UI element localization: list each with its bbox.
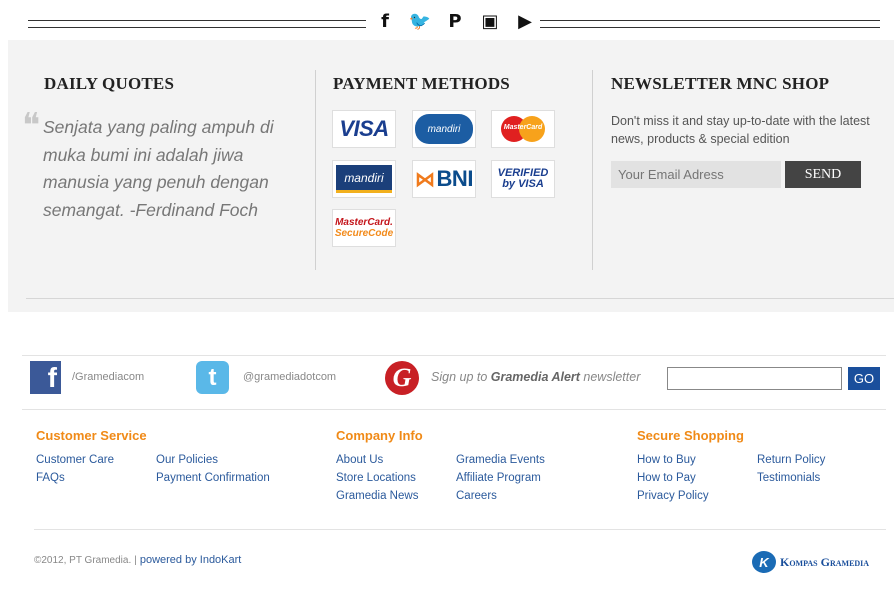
quote-mark-icon: ❝ bbox=[22, 108, 41, 145]
mandiri-clickpay-card: mandiri bbox=[412, 110, 476, 148]
twitter-handle[interactable]: @gramediadotcom bbox=[243, 371, 336, 383]
visa-logo: VISA bbox=[339, 116, 389, 141]
footer-link-customer-care[interactable]: Customer Care bbox=[36, 454, 114, 466]
mastercard-logo: MasterCard bbox=[501, 116, 545, 142]
mastercard-label: MasterCard bbox=[503, 124, 543, 131]
twitter-icon[interactable]: t bbox=[196, 361, 229, 394]
visa-card: VISA bbox=[332, 110, 396, 148]
copyright-text: ©2012, PT Gramedia. bbox=[34, 555, 132, 566]
customer-service-title: Customer Service bbox=[36, 428, 147, 443]
vbv-bottom: by VISA bbox=[502, 178, 544, 190]
mandiri-debit-logo: mandiri bbox=[336, 165, 392, 193]
mandiri-clickpay-logo: mandiri bbox=[415, 114, 473, 144]
footer-link-payment-confirmation[interactable]: Payment Confirmation bbox=[156, 472, 270, 484]
footer-link-gramedia-news[interactable]: Gramedia News bbox=[336, 490, 418, 502]
kompas-gramedia-text: Kompas Gramedia bbox=[780, 554, 870, 569]
footer-link-affiliate-program[interactable]: Affiliate Program bbox=[456, 472, 541, 484]
gramedia-alert-signup-text: Sign up to Gramedia Alert newsletter bbox=[431, 370, 640, 384]
footer-link-gramedia-events[interactable]: Gramedia Events bbox=[456, 454, 545, 466]
footer-link-return-policy[interactable]: Return Policy bbox=[757, 454, 825, 466]
pinterest-icon[interactable]: P bbox=[442, 11, 468, 32]
youtube-icon[interactable]: ▶ bbox=[512, 11, 538, 32]
facebook-handle[interactable]: /Gramediacom bbox=[72, 371, 144, 383]
top-divider-right bbox=[540, 20, 880, 28]
footer-link-faqs[interactable]: FAQs bbox=[36, 472, 65, 484]
mastercard-securecode-card: MasterCard. SecureCode bbox=[332, 209, 396, 247]
footer-link-privacy-policy[interactable]: Privacy Policy bbox=[637, 490, 709, 502]
social-icons-bar: f 🐦 P ▣ ▶ bbox=[372, 6, 538, 36]
bni-logo: ⋈ BNI bbox=[415, 166, 474, 191]
newsletter-title: NEWSLETTER MNC SHOP bbox=[611, 74, 830, 93]
newsletter-send-button[interactable]: SEND bbox=[785, 161, 861, 188]
kompas-gramedia-logo[interactable]: K Kompas Gramedia bbox=[752, 551, 869, 573]
signup-brand: Gramedia Alert bbox=[490, 370, 580, 384]
payment-methods-title: PAYMENT METHODS bbox=[333, 74, 510, 93]
gramedia-alert-email-input[interactable] bbox=[667, 367, 842, 390]
footer-link-our-policies[interactable]: Our Policies bbox=[156, 454, 218, 466]
daily-quotes-title: DAILY QUOTES bbox=[44, 74, 175, 93]
footer-link-about-us[interactable]: About Us bbox=[336, 454, 383, 466]
mcsc-bottom: SecureCode bbox=[334, 228, 394, 239]
footer-link-how-to-pay[interactable]: How to Pay bbox=[637, 472, 696, 484]
strip-top-line bbox=[22, 355, 886, 356]
mastercard-securecode-logo: MasterCard. SecureCode bbox=[335, 217, 393, 239]
gramedia-alert-go-button[interactable]: GO bbox=[848, 367, 880, 390]
footer-link-careers[interactable]: Careers bbox=[456, 490, 497, 502]
panel-divider bbox=[26, 298, 894, 299]
column-divider bbox=[592, 70, 593, 270]
verified-by-visa-logo: VERIFIED by VISA bbox=[498, 168, 549, 190]
footer-link-testimonials[interactable]: Testimonials bbox=[757, 472, 820, 484]
bni-card: ⋈ BNI bbox=[412, 160, 476, 198]
footer-link-how-to-buy[interactable]: How to Buy bbox=[637, 454, 696, 466]
copyright-line: ©2012, PT Gramedia. | powered by IndoKart bbox=[34, 554, 241, 566]
powered-by-link[interactable]: powered by IndoKart bbox=[140, 554, 242, 566]
signup-prefix: Sign up to bbox=[431, 370, 491, 384]
facebook-icon[interactable]: f bbox=[372, 11, 398, 32]
signup-suffix: newsletter bbox=[579, 370, 641, 384]
top-divider-left bbox=[28, 20, 366, 28]
instagram-icon[interactable]: ▣ bbox=[477, 11, 503, 32]
strip-bottom-line bbox=[22, 409, 886, 410]
newsletter-description: Don't miss it and stay up-to-date with t… bbox=[611, 114, 870, 146]
mandiri-clickpay-label: mandiri bbox=[427, 123, 461, 135]
footer-link-store-locations[interactable]: Store Locations bbox=[336, 472, 416, 484]
twitter-icon[interactable]: 🐦 bbox=[407, 11, 433, 32]
info-panel: DAILY QUOTES ❝ Senjata yang paling ampuh… bbox=[8, 40, 894, 312]
secure-shopping-title: Secure Shopping bbox=[637, 428, 744, 443]
company-info-title: Company Info bbox=[336, 428, 423, 443]
bni-label: BNI bbox=[436, 166, 474, 191]
column-divider bbox=[315, 70, 316, 270]
kompas-gramedia-icon: K bbox=[752, 551, 776, 573]
mcsc-top: MasterCard. bbox=[335, 217, 393, 228]
verified-by-visa-card: VERIFIED by VISA bbox=[491, 160, 555, 198]
copyright-separator: | bbox=[134, 555, 137, 566]
gramedia-alert-icon: G bbox=[385, 361, 419, 395]
daily-quote-text: Senjata yang paling ampuh di muka bumi i… bbox=[43, 117, 274, 220]
mandiri-debit-label: mandiri bbox=[344, 170, 384, 185]
mandiri-debit-card: mandiri bbox=[332, 160, 396, 198]
mastercard-card: MasterCard bbox=[491, 110, 555, 148]
footer-divider bbox=[34, 529, 886, 530]
facebook-icon[interactable]: f bbox=[30, 361, 61, 394]
newsletter-email-input[interactable] bbox=[611, 161, 781, 188]
